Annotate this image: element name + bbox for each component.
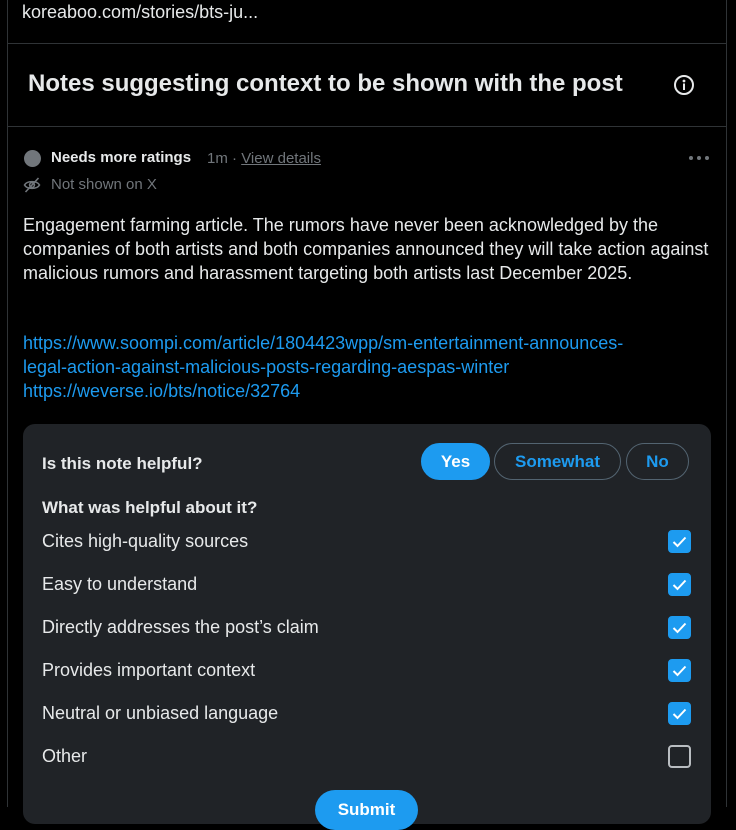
checkmark-icon: [672, 665, 687, 676]
more-options-icon[interactable]: [688, 150, 710, 166]
info-icon[interactable]: [673, 74, 695, 96]
reason-checkbox[interactable]: [668, 745, 691, 768]
submit-button[interactable]: Submit: [315, 790, 418, 830]
reason-label[interactable]: Other: [42, 746, 87, 767]
yes-button[interactable]: Yes: [421, 443, 490, 480]
meta-separator: ·: [232, 150, 238, 167]
checkmark-icon: [672, 708, 687, 719]
reason-checkbox[interactable]: [668, 616, 691, 639]
eye-off-icon: [23, 177, 41, 193]
reason-label[interactable]: Easy to understand: [42, 574, 197, 595]
helpful-question: Is this note helpful?: [42, 454, 203, 473]
divider: [7, 126, 726, 127]
checkmark-icon: [672, 536, 687, 547]
note-text: Engagement farming article. The rumors h…: [23, 215, 709, 283]
reason-label[interactable]: Directly addresses the post’s claim: [42, 617, 319, 638]
status-badge: Needs more ratings: [51, 149, 192, 166]
reason-label[interactable]: Provides important context: [42, 660, 255, 681]
reason-label[interactable]: Neutral or unbiased language: [42, 703, 278, 724]
divider: [7, 43, 726, 44]
visibility-status: Not shown on X: [51, 176, 157, 193]
helpful-reasons-heading: What was helpful about it?: [42, 498, 258, 517]
reason-label[interactable]: Cites high-quality sources: [42, 531, 248, 552]
reason-checkbox[interactable]: [668, 530, 691, 553]
rating-panel: Is this note helpful? Yes Somewhat No Wh…: [23, 424, 711, 830]
reason-checkbox[interactable]: [668, 702, 691, 725]
link-card-url[interactable]: koreaboo.com/stories/bts-ju...: [22, 2, 258, 23]
somewhat-button[interactable]: Somewhat: [494, 443, 621, 480]
checkmark-icon: [672, 579, 687, 590]
reason-checkbox[interactable]: [668, 573, 691, 596]
source-link-2[interactable]: https://weverse.io/bts/notice/32764: [23, 381, 300, 402]
view-details-link[interactable]: View details: [241, 150, 321, 167]
source-link-1[interactable]: https://www.soompi.com/article/1804423wp…: [23, 333, 623, 354]
status-indicator: [24, 150, 41, 167]
page-title: Notes suggesting context to be shown wit…: [28, 70, 623, 97]
reason-checkbox[interactable]: [668, 659, 691, 682]
note-age: 1m: [207, 150, 228, 167]
no-button[interactable]: No: [626, 443, 689, 480]
note-meta: 1m · View details: [207, 150, 321, 167]
checkmark-icon: [672, 622, 687, 633]
source-link-1-continued[interactable]: legal-action-against-malicious-posts-reg…: [23, 357, 509, 378]
